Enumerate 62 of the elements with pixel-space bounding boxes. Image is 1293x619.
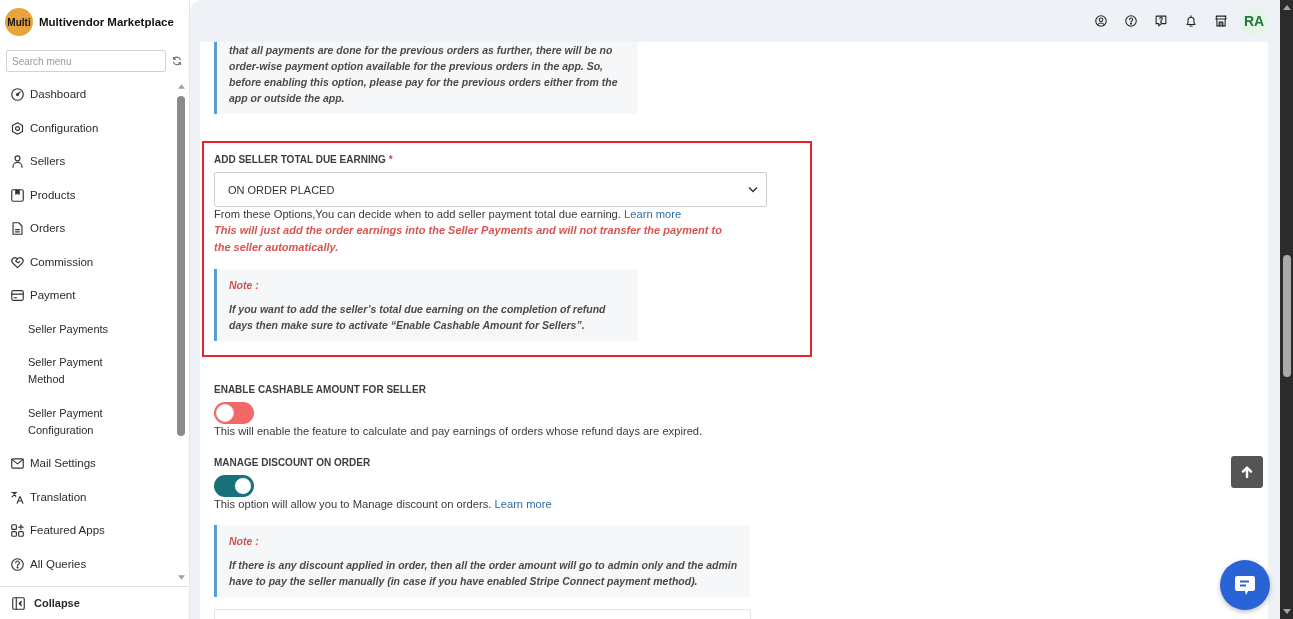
note-text: that all payments are done for the previous orders as further, there will be no order-wise payment option available for the previous orders in the app. So, before enabling this option, please pay for the previous orders either from the app or outside the app. [229,43,619,106]
document-icon [11,222,24,236]
help-text: This will enable the feature to calculate and pay earnings of orders whose refund days are expired. [214,424,704,439]
help-text: This option will allow you to Manage discount on orders. Learn more [214,497,553,512]
brand-name: Multivendor Marketplace [39,16,174,28]
brand-logo: Multi [5,8,33,36]
field-label: ENABLE CASHABLE AMOUNT FOR SELLER [214,383,426,396]
scrollbar-thumb[interactable] [177,96,185,436]
gauge-icon [11,88,24,102]
warning-text: This will just add the order earnings into the Seller Payments and will not transfer the payment to the seller automatically. [214,223,723,255]
note-title: Note : [229,534,260,549]
search-field[interactable]: Search menu [6,50,166,72]
store-icon[interactable] [1215,15,1227,27]
sidebar-item[interactable]: Configuration [0,111,176,145]
heart-icon [11,255,24,269]
toggle-switch[interactable] [214,402,254,424]
sidebar-item[interactable]: All Queries [0,547,176,581]
learn-more-link[interactable]: Learn more [624,208,682,220]
sidebar-item[interactable]: Products [0,178,176,212]
user-avatar[interactable]: RA [1240,7,1268,35]
help-text: From these Options,You can decide when to add seller payment total due earning. Learn more [214,207,683,222]
user-icon [11,155,24,169]
note-text: If there is any discount applied in order, then all the order amount will go to admin only and the admin have to pay the seller manually (in case if you have enabled Stripe Connect payment method). [229,558,739,589]
dropdown-field[interactable]: ON ORDER PLACED [214,172,767,207]
notifications-icon[interactable] [1185,15,1197,27]
apps-grid-icon [11,524,24,538]
sidebar-item[interactable]: Mail Settings [0,447,176,481]
box-icon [11,188,24,202]
sidebar-collapse-icon [12,596,25,610]
chat-question-icon[interactable] [1155,15,1167,27]
refresh-icon[interactable] [172,56,182,66]
sidebar-subitem[interactable]: Seller Payment Method [0,346,176,397]
help-icon[interactable] [1125,15,1137,27]
note-text: If you want to add the seller’s total due earning on the completion of refund days then make sure to activate “Enable Cashable Amount for Sellers”. [229,302,607,333]
sidebar-item[interactable]: Orders [0,212,176,246]
mail-icon [11,457,24,471]
user-circle-icon[interactable] [1095,15,1107,27]
chat-icon [1235,575,1255,595]
learn-more-link[interactable]: Learn more [494,498,552,510]
translate-icon [11,490,24,504]
field-label: ADD SELLER TOTAL DUE EARNING [214,153,386,166]
settings-icon [11,121,24,135]
arrow-up-icon [1241,466,1253,478]
sidebar-item[interactable]: Commission [0,245,176,279]
sidebar-subitem[interactable]: Seller Payment Configuration [0,396,176,447]
field-label: MANAGE DISCOUNT ON ORDER [214,456,371,469]
credit-card-icon [11,289,24,303]
sidebar-item[interactable]: Payment [0,279,176,313]
sidebar-item[interactable]: Translation [0,480,176,514]
chevron-down-icon [748,186,758,193]
scroll-to-top-button[interactable] [1231,456,1263,488]
toggle-switch[interactable] [214,475,254,497]
required-mark: * [388,153,393,166]
sidebar-subitem[interactable]: Seller Payments [0,312,176,346]
scroll-down-arrow-icon[interactable] [1282,609,1291,614]
help-circle-icon [11,557,24,571]
sidebar-item[interactable]: Dashboard [0,78,176,112]
scroll-up-arrow-icon[interactable] [1282,5,1291,10]
scrollbar-thumb[interactable] [1282,255,1291,377]
note-title: Note : [229,278,260,293]
sidebar-item[interactable]: Featured Apps [0,514,176,548]
sidebar-item[interactable]: Sellers [0,145,176,179]
